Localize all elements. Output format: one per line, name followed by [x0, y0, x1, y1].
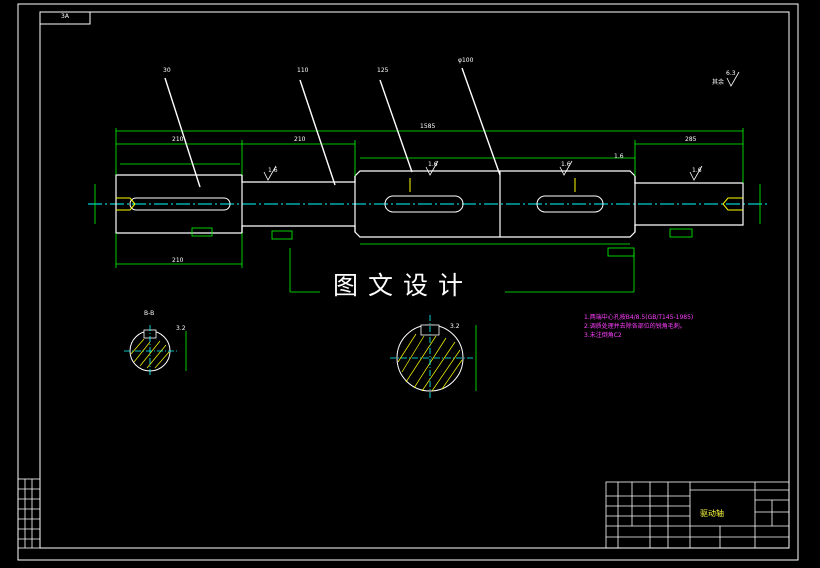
roughness-mid: 1.6	[561, 161, 571, 168]
technical-note-1: 1.两端中心孔按B4/8.5(GB/T145-1985)	[584, 314, 694, 321]
roughness-mid-left: 1.6	[428, 161, 438, 168]
section-label: B-B	[144, 310, 154, 317]
rest-roughness-label: 其余	[712, 78, 724, 86]
watermark: 图文设计	[333, 271, 474, 300]
section-view-left	[124, 325, 187, 377]
title-block	[605, 481, 790, 549]
side-stamp-block	[17, 478, 41, 549]
len-mid: 210	[294, 136, 306, 143]
roughness-mid-right: 1.6	[614, 153, 624, 160]
tolerance-boxes	[191, 227, 693, 257]
part-name: 驱动轴	[700, 509, 724, 518]
roughness-right: 1.6	[692, 167, 702, 174]
leader-label-4: φ100	[458, 57, 474, 64]
leader-label-1: 30	[163, 67, 171, 74]
leader-label-3: 125	[377, 67, 389, 74]
roughness-left: 1.6	[268, 167, 278, 174]
frame-tab-label: 3A	[61, 13, 69, 20]
overall-length: 1585	[420, 123, 435, 130]
section-roughness-1: 3.2	[176, 325, 186, 332]
bottom-dim-left: 210	[172, 257, 184, 264]
section-view-right	[390, 315, 477, 400]
roughness-symbols	[263, 71, 740, 181]
leader-lines	[164, 67, 501, 188]
technical-note-2: 2.调质处理并去除各部位的锐角毛刺。	[584, 323, 686, 330]
section-roughness-2: 3.2	[450, 323, 460, 330]
len-left: 210	[172, 136, 184, 143]
len-right: 285	[685, 136, 697, 143]
technical-note-3: 3.未注倒角C2	[584, 332, 622, 339]
rest-roughness-value: 6.3	[726, 70, 736, 77]
leader-label-2: 110	[297, 67, 309, 74]
